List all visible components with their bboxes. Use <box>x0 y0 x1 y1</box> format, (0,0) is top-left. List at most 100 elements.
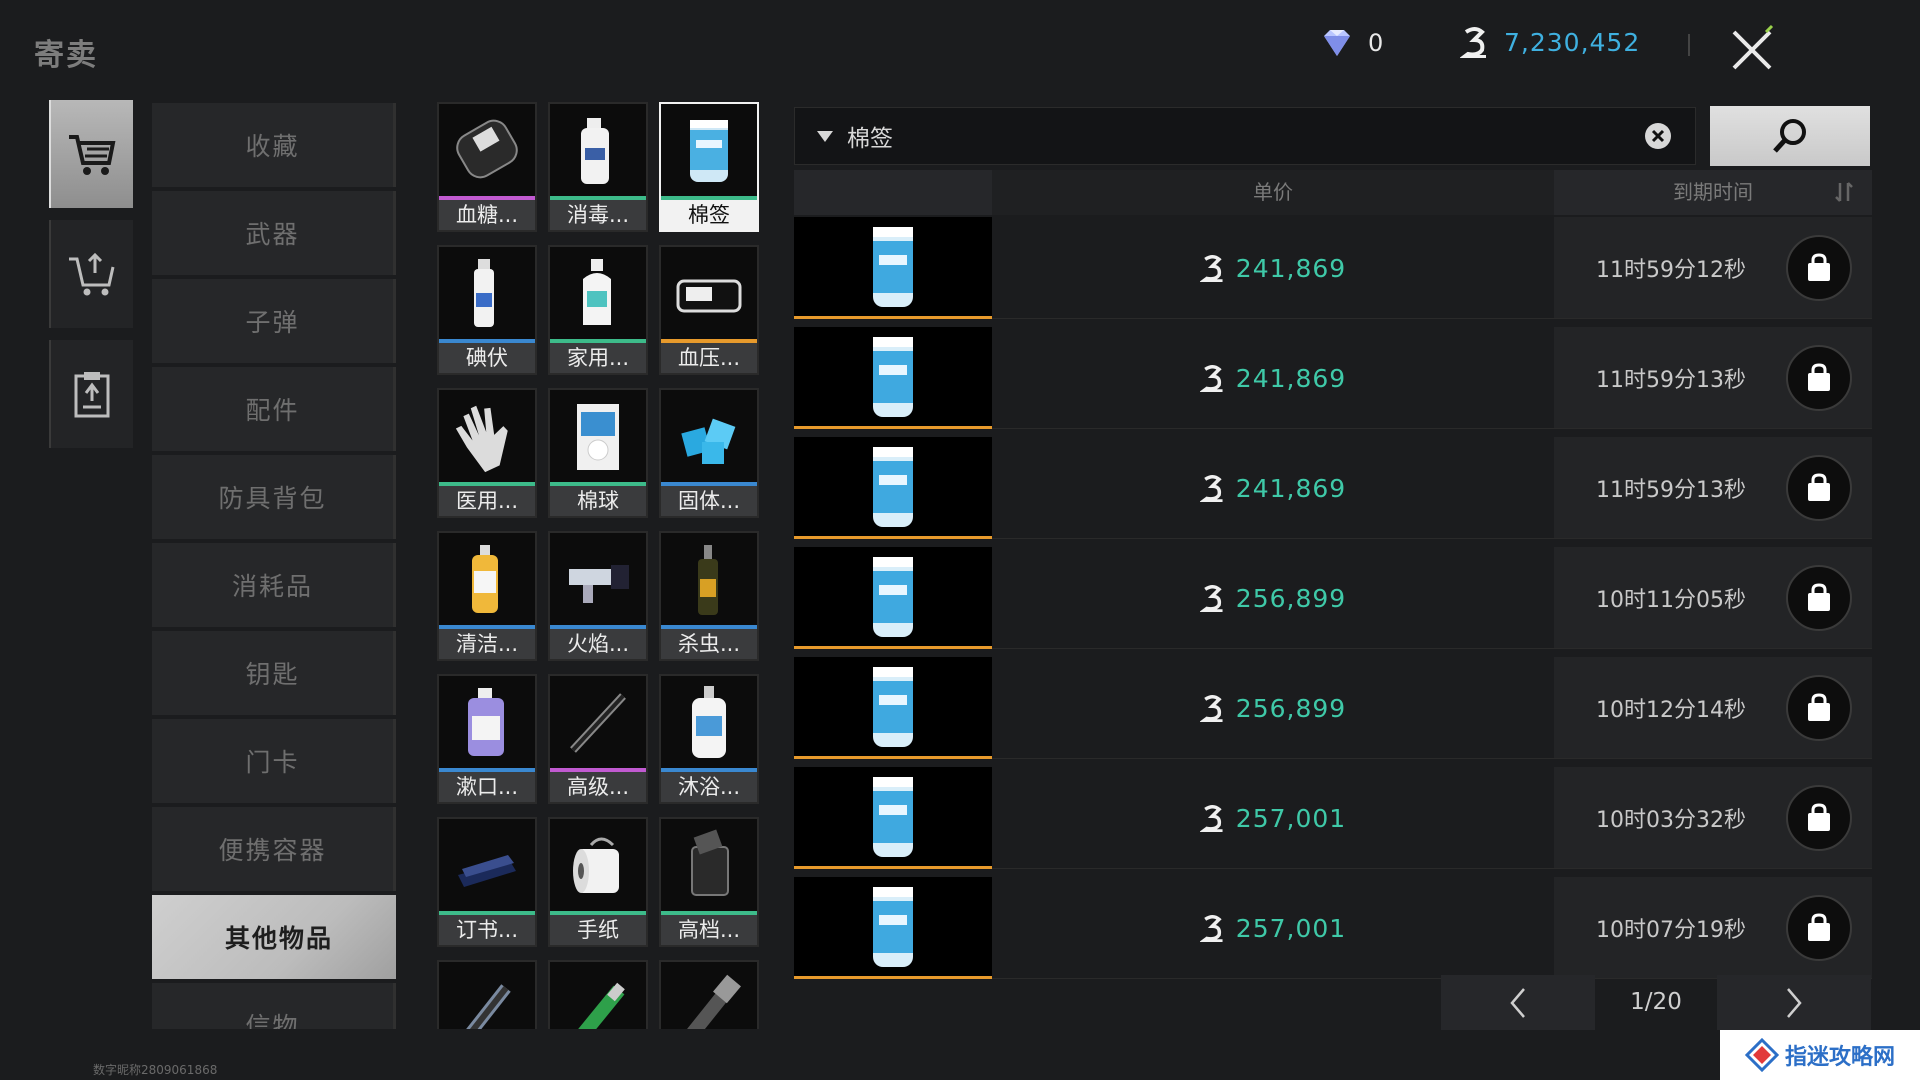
item-tile[interactable]: 棉球 <box>548 388 648 518</box>
next-page-button[interactable] <box>1717 975 1871 1030</box>
item-tile[interactable]: 碘伏 <box>437 245 537 375</box>
cotton-swab-jar-icon <box>873 446 913 527</box>
item-tile[interactable]: 血糖... <box>437 102 537 232</box>
buy-button[interactable] <box>1786 345 1852 411</box>
search-input[interactable]: 棉签 <box>847 119 1643 153</box>
prev-page-button[interactable] <box>1441 975 1595 1030</box>
category-item[interactable]: 信物 <box>152 983 396 1029</box>
item-label: 血压... <box>661 343 757 373</box>
category-item[interactable]: 门卡 <box>152 719 396 803</box>
item-tile[interactable]: 家用... <box>548 245 648 375</box>
header-expire[interactable]: 到期时间 <box>1554 170 1872 215</box>
header-expire-label: 到期时间 <box>1673 180 1753 204</box>
item-tile[interactable]: 手纸 <box>548 817 648 947</box>
price-cell: 241,869 <box>992 327 1554 429</box>
price-cell: 256,899 <box>992 657 1554 759</box>
category-item[interactable]: 消耗品 <box>152 543 396 627</box>
search-bar[interactable]: 棉签 <box>794 107 1696 165</box>
item-tile[interactable]: 消毒... <box>548 102 648 232</box>
item-tile[interactable]: 沐浴... <box>659 674 759 804</box>
table-row[interactable]: 241,869 11时59分13秒 <box>794 327 1872 429</box>
category-list: 收藏 武器 子弹 配件 防具背包 消耗品 钥匙 门卡 便携容器 其他物品 信物 <box>152 103 396 1029</box>
item-tile[interactable] <box>437 960 537 1029</box>
nav-buy-button[interactable] <box>49 100 133 208</box>
item-label: 高级... <box>550 772 646 802</box>
flashlight-icon <box>439 962 535 1029</box>
buy-button[interactable] <box>1786 675 1852 741</box>
category-item[interactable]: 防具背包 <box>152 455 396 539</box>
table-row[interactable]: 241,869 11时59分13秒 <box>794 437 1872 539</box>
item-tile[interactable]: 订书... <box>437 817 537 947</box>
lighter-icon <box>550 962 646 1029</box>
price-cell: 257,001 <box>992 767 1554 869</box>
item-tile[interactable]: 固体... <box>659 388 759 518</box>
item-tile[interactable]: 清洁... <box>437 531 537 661</box>
blood-pressure-monitor-icon <box>661 247 757 339</box>
category-item[interactable]: 子弹 <box>152 279 396 363</box>
table-row[interactable]: 257,001 10时03分32秒 <box>794 767 1872 869</box>
table-row[interactable]: 257,001 10时07分19秒 <box>794 877 1872 979</box>
price-value: 256,899 <box>1235 693 1347 723</box>
item-tile[interactable]: 火焰... <box>548 531 648 661</box>
expire-cell: 11时59分12秒 <box>1554 217 1872 319</box>
shopping-bag-icon <box>1808 253 1830 281</box>
item-label: 棉球 <box>550 486 646 516</box>
user-id-text: 数字昵称2809061868 <box>93 1063 218 1077</box>
item-tile[interactable]: 高档... <box>659 817 759 947</box>
table-row[interactable]: 241,869 11时59分12秒 <box>794 217 1872 319</box>
torch-lighter-icon <box>550 533 646 625</box>
buy-button[interactable] <box>1786 455 1852 521</box>
price-value: 257,001 <box>1235 913 1347 943</box>
left-nav <box>49 100 133 460</box>
row-divider <box>992 648 1872 649</box>
item-tile[interactable]: 医用... <box>437 388 537 518</box>
buy-button[interactable] <box>1786 895 1852 961</box>
buy-button[interactable] <box>1786 565 1852 631</box>
item-tile[interactable] <box>548 960 648 1029</box>
item-label: 杀虫... <box>661 629 757 659</box>
price-cell: 241,869 <box>992 217 1554 319</box>
category-item[interactable]: 钥匙 <box>152 631 396 715</box>
item-tile[interactable]: 漱口... <box>437 674 537 804</box>
price-cell: 241,869 <box>992 437 1554 539</box>
item-tile[interactable]: 高级... <box>548 674 648 804</box>
search-button[interactable] <box>1710 106 1870 166</box>
table-row[interactable]: 256,899 10时11分05秒 <box>794 547 1872 649</box>
dropdown-arrow-icon[interactable] <box>817 130 833 142</box>
spray-bottle-icon <box>439 247 535 339</box>
category-item[interactable]: 武器 <box>152 191 396 275</box>
close-icon[interactable] <box>1720 18 1784 82</box>
item-tile[interactable] <box>659 960 759 1029</box>
watermark: 指迷攻略网 <box>1720 1030 1920 1080</box>
item-tile[interactable]: 杀虫... <box>659 531 759 661</box>
fuel-cubes-icon <box>661 390 757 482</box>
item-tile[interactable]: 棉签 <box>659 102 759 232</box>
table-row[interactable]: 256,899 10时12分14秒 <box>794 657 1872 759</box>
listing-thumbnail <box>794 547 992 649</box>
coin-icon <box>1199 695 1223 722</box>
alcohol-bottle-icon <box>550 247 646 339</box>
sort-icon[interactable] <box>1834 179 1854 205</box>
price-cell: 256,899 <box>992 547 1554 649</box>
expire-cell: 10时03分32秒 <box>1554 767 1872 869</box>
category-item[interactable]: 收藏 <box>152 103 396 187</box>
category-item[interactable]: 配件 <box>152 367 396 451</box>
buy-button[interactable] <box>1786 785 1852 851</box>
buy-button[interactable] <box>1786 235 1852 301</box>
cleaner-bottle-icon <box>439 533 535 625</box>
header-price[interactable]: 单价 <box>992 170 1741 215</box>
item-label: 漱口... <box>439 772 535 802</box>
category-item[interactable]: 其他物品 <box>152 895 396 979</box>
nav-records-button[interactable] <box>49 340 133 448</box>
item-label: 消毒... <box>550 200 646 230</box>
chevron-right-icon <box>1787 987 1802 1018</box>
price-value: 256,899 <box>1235 583 1347 613</box>
premium-pen-icon <box>550 676 646 768</box>
watermark-text: 指迷攻略网 <box>1784 1044 1895 1070</box>
clear-icon[interactable] <box>1643 121 1673 151</box>
expire-value: 11时59分12秒 <box>1596 258 1746 283</box>
currency-bar: 0 7,230,452 <box>1320 18 1920 74</box>
category-item[interactable]: 便携容器 <box>152 807 396 891</box>
nav-sell-button[interactable] <box>49 220 133 328</box>
item-tile[interactable]: 血压... <box>659 245 759 375</box>
